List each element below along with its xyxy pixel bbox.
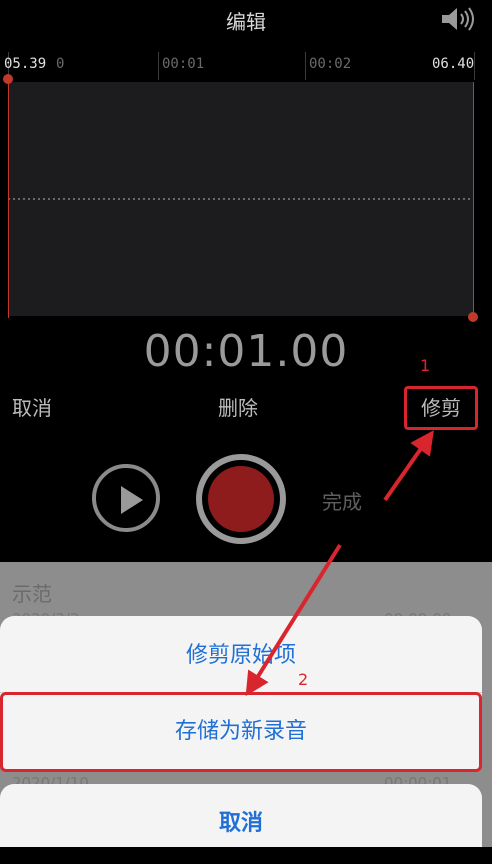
sheet-cancel-button[interactable]: 取消: [0, 784, 482, 847]
ruler-tick: [158, 52, 159, 80]
trim-original-option[interactable]: 修剪原始项: [0, 616, 482, 692]
annotation-step-1: 1: [420, 356, 431, 375]
page-title: 编辑: [226, 10, 266, 34]
save-as-new-recording-option[interactable]: 存储为新录音: [0, 692, 482, 772]
ruler-start-label: 05.39: [4, 56, 47, 72]
annotation-step-2: 2: [298, 670, 309, 689]
ruler-label: 00:02: [309, 56, 352, 72]
delete-button[interactable]: 删除: [218, 392, 258, 421]
trim-handle-right[interactable]: [473, 82, 474, 318]
play-icon: [121, 486, 143, 514]
trim-handle-left[interactable]: [8, 78, 9, 318]
waveform-selection[interactable]: [8, 82, 474, 316]
annotation-arrow-1: [383, 430, 434, 502]
done-button[interactable]: 完成: [322, 486, 362, 515]
ruler-tick: [305, 52, 306, 80]
waveform: [8, 198, 474, 200]
ruler-partial-label: 0: [56, 56, 65, 72]
ruler-end-label: 06.40: [432, 56, 475, 72]
time-readout: 00:01.00: [143, 326, 349, 377]
cancel-button[interactable]: 取消: [12, 392, 52, 421]
timeline-ruler[interactable]: 05.39 0 00:01 00:02 06.40: [0, 52, 492, 80]
record-icon: [208, 466, 274, 532]
volume-icon[interactable]: [440, 6, 476, 32]
record-button[interactable]: [196, 454, 286, 544]
play-button[interactable]: [92, 464, 160, 532]
list-item-title[interactable]: 示范: [12, 578, 52, 607]
trim-handle-right-knob[interactable]: [468, 312, 478, 322]
ruler-label: 00:01: [162, 56, 205, 72]
trim-button[interactable]: 修剪: [404, 386, 478, 430]
trim-handle-left-knob[interactable]: [3, 74, 13, 84]
